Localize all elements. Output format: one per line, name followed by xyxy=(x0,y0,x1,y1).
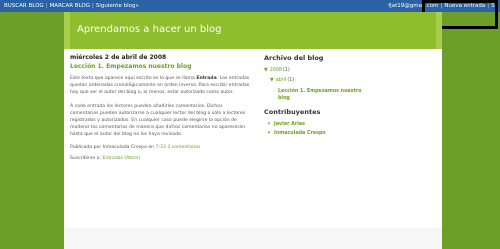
contributors-heading: Contribuyentes xyxy=(264,108,321,116)
archive-year-item[interactable]: ▼ 2008(1) xyxy=(264,68,436,73)
archive-month-label[interactable]: abril xyxy=(276,78,287,83)
mark-blog-button[interactable]: MARCAR BLOG xyxy=(50,0,90,12)
navbar-left: BUSCAR BLOG | MARCAR BLOG | Siguiente bl… xyxy=(4,0,139,12)
subscribe-label: Suscribirse a: xyxy=(70,156,103,161)
post-text-emphasis: Entrada xyxy=(196,76,217,81)
navbar-separator: | xyxy=(92,3,94,9)
main-column: miércoles 2 de abril de 2008 Lección 1. … xyxy=(70,54,250,244)
search-blog-button[interactable]: BUSCAR BLOG xyxy=(4,0,44,12)
contributor-item[interactable]: ✦ Inmaculada Crespo xyxy=(267,131,436,136)
post-paragraph-2: A cada entrada los lectores pueden añadi… xyxy=(70,104,246,137)
triangle-down-icon[interactable]: ▼ xyxy=(270,78,274,83)
post-date: miércoles 2 de abril de 2008 xyxy=(70,54,167,61)
post-author-line: Publicado por Inmaculada Crespo en xyxy=(70,145,156,150)
post-text: Este texto que aparece aquí escrito es l… xyxy=(70,76,197,81)
post-paragraph-1: Este texto que aparece aquí escrito es l… xyxy=(70,75,250,96)
page-footer xyxy=(64,228,442,249)
archive-month-count: (1) xyxy=(287,78,295,83)
archive-post-link[interactable]: Lección 1. Empezamos nuestro blog xyxy=(278,88,370,102)
archive-month-item[interactable]: ▼ abril(1) xyxy=(270,78,436,83)
blog-title[interactable]: Aprendamos a hacer un blog xyxy=(77,24,221,35)
archive-heading: Archivo del blog xyxy=(264,54,324,62)
star-icon: ✦ xyxy=(267,122,272,127)
contributor-item[interactable]: ✦ Javier Arias xyxy=(267,122,436,127)
blog-header: Aprendamos a hacer un blog xyxy=(64,12,442,49)
contributor-name[interactable]: Javier Arias xyxy=(274,122,305,127)
subscribe-atom-link[interactable]: Entradas (Atom) xyxy=(103,156,141,161)
post-time-link[interactable]: 7:33 xyxy=(156,145,166,150)
blog-content: miércoles 2 de abril de 2008 Lección 1. … xyxy=(70,54,436,249)
blog-page: Aprendamos a hacer un blog miércoles 2 d… xyxy=(64,12,442,249)
post-footer: Publicado por Inmaculada Crespo en 7:33 … xyxy=(70,145,250,150)
archive-year-label[interactable]: 2008 xyxy=(270,68,282,73)
post-title[interactable]: Lección 1. Empezamos nuestro blog xyxy=(70,63,250,70)
post-body: Este texto que aparece aquí escrito es l… xyxy=(70,75,250,138)
post-comments-link[interactable]: 3 comentarios xyxy=(167,145,200,150)
sidebar: Archivo del blog ▼ 2008(1) ▼ abril(1) Lecc… xyxy=(264,54,436,244)
navbar-separator: | xyxy=(45,3,48,9)
subscribe-line: Suscribirse a: Entradas (Atom) xyxy=(70,156,250,161)
archive-year-count: (1) xyxy=(282,68,290,73)
next-blog-link[interactable]: Siguiente blog» xyxy=(96,0,139,12)
contributor-name[interactable]: Inmaculada Crespo xyxy=(274,131,326,136)
triangle-down-icon[interactable]: ▼ xyxy=(264,68,268,73)
star-icon: ✦ xyxy=(267,131,272,136)
